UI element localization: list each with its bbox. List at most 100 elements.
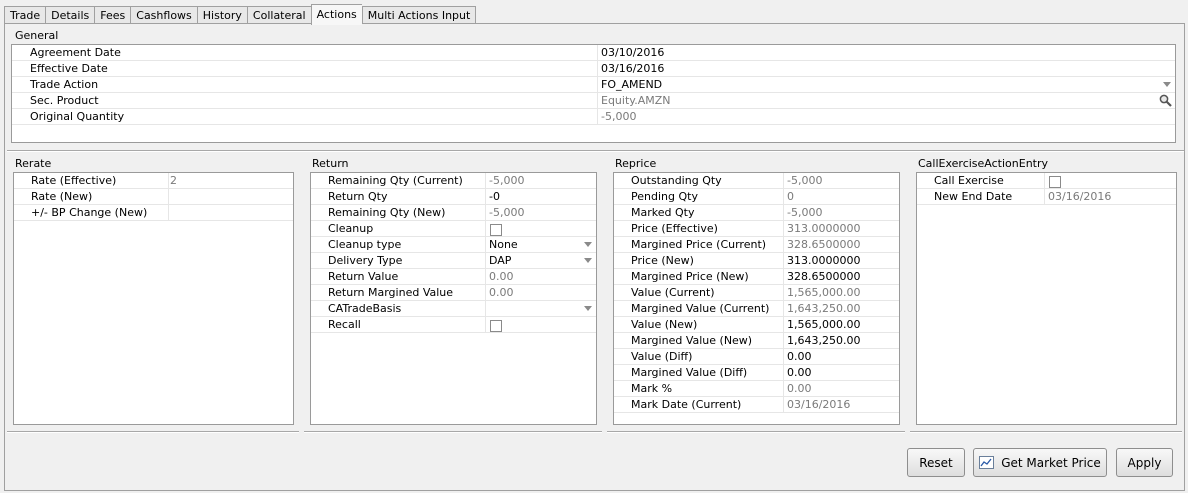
general-row-original-quantity[interactable]: Original Quantity -5,000 (12, 109, 1175, 125)
apply-button[interactable]: Apply (1116, 448, 1173, 477)
callexercise-row-new-end-date[interactable]: New End Date 03/16/2016 (917, 189, 1176, 205)
agreement-date-value[interactable]: 03/10/2016 (599, 45, 664, 61)
general-row-effective-date[interactable]: Effective Date 03/16/2016 (12, 61, 1175, 77)
margined-price-current-value: 328.6500000 (787, 238, 861, 251)
trade-action-dropdown-icon[interactable] (1163, 82, 1171, 87)
value-new-label: Value (New) (614, 317, 784, 333)
tab-fees[interactable]: Fees (94, 6, 131, 24)
reprice-row-pending-qty[interactable]: Pending Qty 0 (614, 189, 899, 205)
reprice-row-price-new[interactable]: Price (New) 313.0000000 (614, 253, 899, 269)
return-qty-value[interactable]: -0 (487, 189, 500, 205)
recall-checkbox[interactable] (490, 319, 502, 332)
cleanup-checkbox[interactable] (490, 223, 502, 236)
search-icon[interactable] (1159, 94, 1172, 107)
effective-date-label: Effective Date (12, 61, 598, 77)
return-qty-label: Return Qty (311, 189, 486, 205)
return-row-remaining-qty-current[interactable]: Remaining Qty (Current) -5,000 (311, 173, 596, 189)
price-effective-value: 313.0000000 (787, 222, 861, 235)
general-property-sheet: Agreement Date 03/10/2016 Effective Date… (11, 44, 1176, 143)
margined-price-new-value[interactable]: 328.6500000 (785, 269, 860, 285)
value-current-label: Value (Current) (614, 285, 784, 301)
rerate-row-rate-effective[interactable]: Rate (Effective) 2 (14, 173, 293, 189)
margined-value-new-value[interactable]: 1,643,250.00 (785, 333, 860, 349)
rate-new-label: Rate (New) (14, 189, 169, 205)
cleanup-type-dropdown-icon[interactable] (584, 242, 592, 247)
margined-value-diff-label: Margined Value (Diff) (614, 365, 784, 381)
reprice-row-value-diff[interactable]: Value (Diff) 0.00 (614, 349, 899, 365)
reprice-row-price-effective[interactable]: Price (Effective) 313.0000000 (614, 221, 899, 237)
general-row-sec-product[interactable]: Sec. Product Equity.AMZN (12, 93, 1175, 109)
section-divider (7, 150, 1184, 152)
get-market-price-button[interactable]: Get Market Price (973, 448, 1107, 477)
margined-value-diff-value[interactable]: 0.00 (785, 365, 812, 381)
apply-button-label: Apply (1127, 455, 1162, 470)
tab-collateral[interactable]: Collateral (246, 6, 311, 24)
value-diff-value[interactable]: 0.00 (785, 349, 812, 365)
value-new-value[interactable]: 1,565,000.00 (785, 317, 860, 333)
return-row-recall[interactable]: Recall (311, 317, 596, 333)
rate-effective-label: Rate (Effective) (14, 173, 169, 189)
sec-product-value: Equity.AMZN (601, 94, 671, 107)
reprice-property-sheet: Outstanding Qty -5,000 Pending Qty 0 Mar… (613, 172, 900, 425)
reset-button[interactable]: Reset (907, 448, 965, 477)
reprice-row-margined-value-current[interactable]: Margined Value (Current) 1,643,250.00 (614, 301, 899, 317)
return-row-return-margined-value[interactable]: Return Margined Value 0.00 (311, 285, 596, 301)
reprice-row-margined-value-diff[interactable]: Margined Value (Diff) 0.00 (614, 365, 899, 381)
sec-product-label: Sec. Product (12, 93, 598, 109)
effective-date-value[interactable]: 03/16/2016 (599, 61, 664, 77)
outstanding-qty-label: Outstanding Qty (614, 173, 784, 189)
cleanup-type-value[interactable]: None (487, 237, 518, 253)
remaining-qty-current-value: -5,000 (489, 174, 525, 187)
reprice-row-mark-percent[interactable]: Mark % 0.00 (614, 381, 899, 397)
reprice-row-marked-qty[interactable]: Marked Qty -5,000 (614, 205, 899, 221)
return-row-return-value[interactable]: Return Value 0.00 (311, 269, 596, 285)
call-exercise-checkbox[interactable] (1049, 175, 1061, 188)
rerate-row-bp-change[interactable]: +/- BP Change (New) (14, 205, 293, 221)
reprice-row-value-new[interactable]: Value (New) 1,565,000.00 (614, 317, 899, 333)
return-row-cleanup-type[interactable]: Cleanup type None (311, 237, 596, 253)
marked-qty-label: Marked Qty (614, 205, 784, 221)
tab-history[interactable]: History (196, 6, 247, 24)
tab-trade[interactable]: Trade (4, 6, 46, 24)
reprice-row-margined-value-new[interactable]: Margined Value (New) 1,643,250.00 (614, 333, 899, 349)
catradebasis-value[interactable] (487, 301, 489, 317)
return-row-cleanup[interactable]: Cleanup (311, 221, 596, 237)
reprice-row-value-current[interactable]: Value (Current) 1,565,000.00 (614, 285, 899, 301)
tab-details[interactable]: Details (45, 6, 95, 24)
general-row-trade-action[interactable]: Trade Action FO_AMEND (12, 77, 1175, 93)
callexercise-property-sheet: Call Exercise New End Date 03/16/2016 (916, 172, 1177, 425)
return-value-value: 0.00 (489, 270, 514, 283)
catradebasis-dropdown-icon[interactable] (584, 306, 592, 311)
return-row-delivery-type[interactable]: Delivery Type DAP (311, 253, 596, 269)
reprice-row-mark-date-current[interactable]: Mark Date (Current) 03/16/2016 (614, 397, 899, 413)
price-new-value[interactable]: 313.0000000 (785, 253, 860, 269)
trade-action-value[interactable]: FO_AMEND (599, 77, 662, 93)
recall-cell (487, 317, 502, 333)
reprice-row-outstanding-qty[interactable]: Outstanding Qty -5,000 (614, 173, 899, 189)
outstanding-qty-value: -5,000 (787, 174, 823, 187)
reprice-row-margined-price-new[interactable]: Margined Price (New) 328.6500000 (614, 269, 899, 285)
delivery-type-dropdown-icon[interactable] (584, 258, 592, 263)
new-end-date-value[interactable]: 03/16/2016 (1046, 189, 1111, 205)
general-row-agreement-date[interactable]: Agreement Date 03/10/2016 (12, 45, 1175, 61)
delivery-type-value[interactable]: DAP (487, 253, 511, 269)
call-exercise-label: Call Exercise (917, 173, 1045, 189)
recall-label: Recall (311, 317, 486, 333)
mark-percent-value: 0.00 (787, 382, 812, 395)
tab-multi-actions-input[interactable]: Multi Actions Input (361, 6, 477, 24)
marked-qty-value: -5,000 (787, 206, 823, 219)
rerate-row-rate-new[interactable]: Rate (New) (14, 189, 293, 205)
return-row-remaining-qty-new[interactable]: Remaining Qty (New) -5,000 (311, 205, 596, 221)
trade-action-label: Trade Action (12, 77, 598, 93)
rerate-bottom-divider (7, 431, 299, 433)
return-row-catradebasis[interactable]: CATradeBasis (311, 301, 596, 317)
tab-actions[interactable]: Actions (310, 4, 362, 25)
tab-cashflows[interactable]: Cashflows (130, 6, 197, 24)
margined-price-current-label: Margined Price (Current) (614, 237, 784, 253)
return-row-return-qty[interactable]: Return Qty -0 (311, 189, 596, 205)
reprice-row-margined-price-current[interactable]: Margined Price (Current) 328.6500000 (614, 237, 899, 253)
value-current-value: 1,565,000.00 (787, 286, 861, 299)
return-property-sheet: Remaining Qty (Current) -5,000 Return Qt… (310, 172, 597, 425)
callexercise-row-call-exercise[interactable]: Call Exercise (917, 173, 1176, 189)
callexercise-bottom-divider (910, 431, 1182, 433)
